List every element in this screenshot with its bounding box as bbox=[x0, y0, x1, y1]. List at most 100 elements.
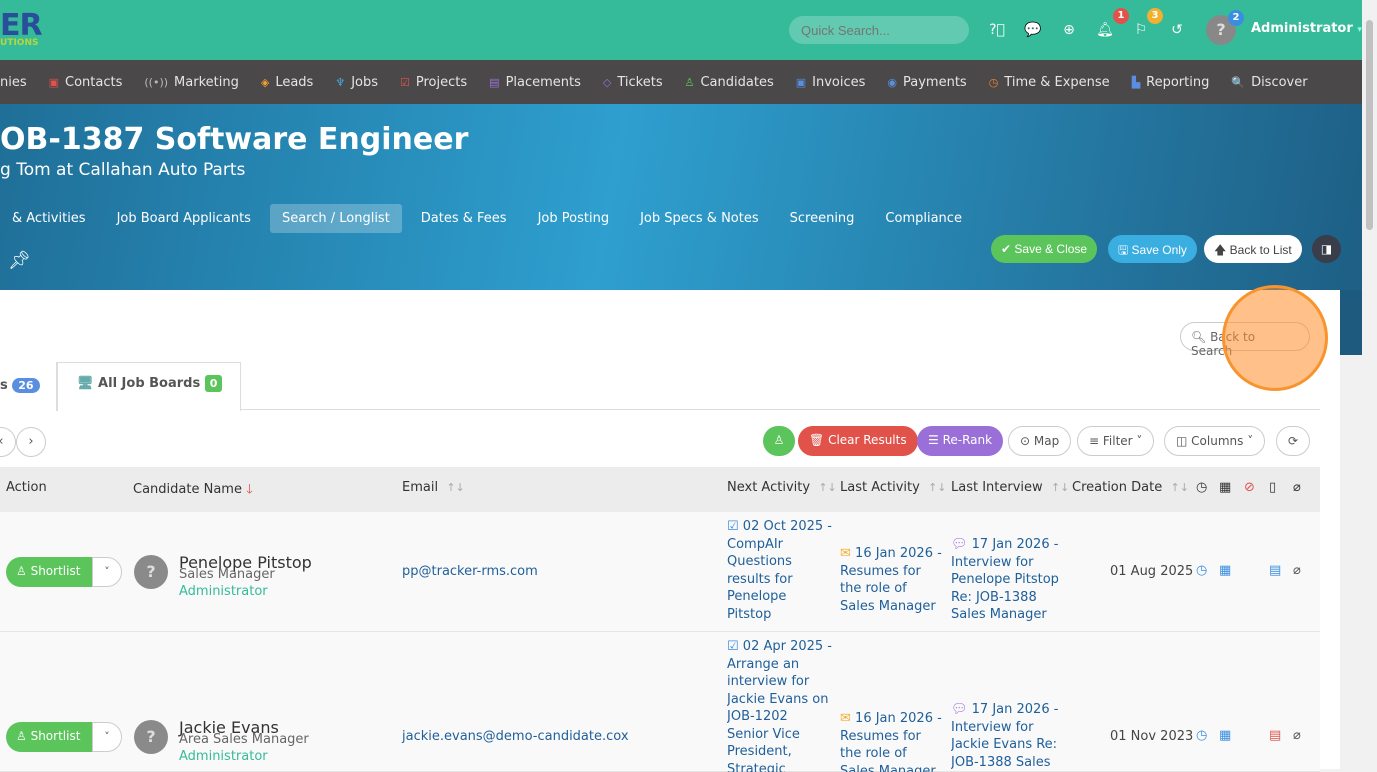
nav-item-leads[interactable]: ◈ Leads bbox=[261, 75, 313, 90]
tab-job-board-applicants[interactable]: Job Board Applicants bbox=[105, 204, 263, 233]
tab-search-longlist[interactable]: Search / Longlist bbox=[269, 204, 402, 233]
nav-item-contacts[interactable]: ▣ Contacts bbox=[49, 75, 123, 90]
help-icon[interactable]: ?⃝ bbox=[988, 22, 1006, 38]
attachment-icon[interactable]: ⌀ bbox=[1293, 563, 1301, 578]
history-icon[interactable]: ↺ bbox=[1168, 22, 1186, 38]
save-close-button[interactable]: ✔ Save & Close bbox=[991, 235, 1098, 263]
shortlist-dropdown[interactable]: ˅ bbox=[92, 557, 122, 587]
candidate-owner[interactable]: Administrator bbox=[179, 749, 268, 764]
nav-item-discover[interactable]: 🔍 Discover bbox=[1231, 75, 1307, 90]
tab-candidates-label[interactable]: s 26 bbox=[0, 378, 40, 393]
nav-item-placements[interactable]: ▤ Placements bbox=[489, 75, 581, 90]
next-activity-link[interactable]: ☑ 02 Apr 2025 - Arrange an interview for… bbox=[727, 638, 833, 772]
nav-label: Invoices bbox=[812, 74, 866, 90]
clock-icon[interactable]: ◷ bbox=[1196, 728, 1207, 743]
main-nav: nies ▣ Contacts ((•)) Marketing ◈ Leads ♆ Jobs ☑ P… bbox=[0, 60, 1362, 104]
candidate-avatar: ? bbox=[134, 720, 168, 754]
last-activity-text: 16 Jan 2026 - Resumes for the role of Sa… bbox=[840, 546, 942, 614]
col-email[interactable]: Email ↑↓ bbox=[402, 480, 465, 495]
map-button[interactable]: ⊙ Map bbox=[1008, 426, 1072, 456]
last-interview-link[interactable]: 💬︎ 17 Jan 2026 - Interview for Penelope … bbox=[951, 536, 1063, 632]
page-title: OB-1387 Software Engineer bbox=[0, 122, 469, 157]
next-activity-text: 02 Oct 2025 - CompAIr Questions results … bbox=[727, 519, 832, 622]
nav-label: Jobs bbox=[351, 74, 379, 90]
nav-item-invoices[interactable]: ▣ Invoices bbox=[796, 75, 866, 90]
chat-icon: 💬︎ bbox=[951, 537, 968, 552]
col-candidate-name[interactable]: Candidate Name 🡓 bbox=[133, 480, 253, 502]
shortlist-all-button[interactable]: ♙ bbox=[763, 426, 795, 456]
nav-icon: ▣ bbox=[795, 75, 807, 89]
document-icon[interactable]: ▤ bbox=[1269, 563, 1281, 578]
nav-item-payments[interactable]: ◉ Payments bbox=[887, 75, 966, 90]
map-label: Map bbox=[1033, 434, 1060, 448]
col-creation-date[interactable]: Creation Date ↑↓ bbox=[1072, 480, 1189, 495]
nav-icon: ▤ bbox=[489, 75, 500, 89]
nav-item-jobs[interactable]: ♆ Jobs bbox=[335, 75, 378, 90]
col-label: Candidate Name bbox=[133, 482, 242, 497]
shortlist-dropdown[interactable]: ˅ bbox=[92, 722, 122, 752]
calendar-icon[interactable]: ▦ bbox=[1219, 728, 1231, 743]
nav-item-projects[interactable]: ☑ Projects bbox=[400, 75, 467, 90]
last-interview-link[interactable]: 💬︎ 17 Jan 2026 - Interview for Jackie Ev… bbox=[951, 701, 1063, 772]
document-icon[interactable]: ▤ bbox=[1269, 728, 1281, 743]
attachment-icon[interactable]: ⌀ bbox=[1293, 728, 1301, 743]
hero-edge bbox=[1340, 290, 1362, 355]
pin-icon[interactable]: 📌︎ bbox=[8, 250, 31, 271]
next-page-button[interactable]: › bbox=[16, 427, 46, 457]
col-label: Last Activity bbox=[840, 480, 920, 495]
nav-item-time-expense[interactable]: ◷ Time & Expense bbox=[989, 75, 1110, 90]
bell-icon[interactable]: 🔔︎ bbox=[1096, 22, 1114, 38]
add-icon[interactable]: ⊕ bbox=[1060, 22, 1078, 38]
last-activity-link[interactable]: ✉ 16 Jan 2026 - Resumes for the role of … bbox=[840, 710, 942, 772]
quick-search-input[interactable] bbox=[789, 16, 969, 44]
clock-icon[interactable]: ◷ bbox=[1196, 563, 1207, 578]
candidate-email-link[interactable]: pp@tracker-rms.com bbox=[402, 564, 538, 579]
back-to-list-button[interactable]: 🡅 Back to List bbox=[1204, 235, 1302, 263]
save-only-button[interactable]: 🖫 Save Only bbox=[1108, 235, 1197, 263]
tab-job-specs-notes[interactable]: Job Specs & Notes bbox=[628, 204, 771, 233]
nav-label: Payments bbox=[903, 74, 967, 90]
nav-item-reporting[interactable]: ▙ Reporting bbox=[1132, 75, 1210, 90]
rerank-button[interactable]: ☰ Re-Rank bbox=[917, 426, 1004, 456]
refresh-button[interactable]: ⟳ bbox=[1276, 426, 1310, 456]
calendar-icon[interactable]: ▦ bbox=[1219, 563, 1231, 578]
clock-icon: ◷ bbox=[1196, 480, 1208, 495]
col-next-activity[interactable]: Next Activity ↑↓ bbox=[727, 480, 837, 495]
flag-icon[interactable]: ⚐ bbox=[1132, 22, 1150, 38]
tab-job-posting[interactable]: Job Posting bbox=[526, 204, 621, 233]
user-menu[interactable]: Administrator ▾ bbox=[1251, 21, 1362, 36]
nav-item-marketing[interactable]: ((•)) Marketing bbox=[144, 75, 238, 90]
tab-compliance[interactable]: Compliance bbox=[873, 204, 974, 233]
last-interview-text: 17 Jan 2026 - Interview for Penelope Pit… bbox=[951, 537, 1059, 622]
nav-item-tickets[interactable]: ◇ Tickets bbox=[603, 75, 663, 90]
candidate-email-link[interactable]: jackie.evans@demo-candidate.cox bbox=[402, 729, 629, 744]
chat-icon[interactable]: 💬 bbox=[1024, 22, 1042, 38]
shortlist-label: Shortlist bbox=[30, 564, 81, 578]
col-last-activity[interactable]: Last Activity ↑↓ bbox=[840, 480, 947, 495]
col-last-interview[interactable]: Last Interview ↑↓ bbox=[951, 480, 1069, 495]
tab-screening[interactable]: Screening bbox=[778, 204, 867, 233]
candidate-owner[interactable]: Administrator bbox=[179, 584, 268, 599]
nav-item-nies[interactable]: nies bbox=[0, 75, 27, 90]
scrollbar-thumb[interactable] bbox=[1366, 20, 1373, 230]
next-activity-link[interactable]: ☑ 02 Oct 2025 - CompAIr Questions result… bbox=[727, 518, 833, 632]
clear-results-button[interactable]: 🗑︎ Clear Results bbox=[798, 426, 918, 456]
tab-count: 26 bbox=[12, 378, 40, 393]
page-subtitle: g Tom at Callahan Auto Parts bbox=[0, 160, 246, 180]
shortlist-button[interactable]: ♙ Shortlist bbox=[6, 557, 94, 587]
sidebar-toggle-button[interactable]: ◨ bbox=[1312, 235, 1341, 263]
nav-item-candidates[interactable]: ♙ Candidates bbox=[685, 75, 774, 90]
clear-results-label: Clear Results bbox=[828, 433, 907, 447]
avatar-badge: 2 bbox=[1228, 10, 1244, 26]
filter-button[interactable]: ≡ Filter ˅ bbox=[1077, 426, 1155, 456]
next-activity-text: 02 Apr 2025 - Arrange an interview for J… bbox=[727, 639, 833, 772]
tab-all-job-boards-label[interactable]: 🖥︎ All Job Boards 0 bbox=[77, 375, 223, 392]
shortlist-button[interactable]: ♙ Shortlist bbox=[6, 722, 94, 752]
tab-dates-fees[interactable]: Dates & Fees bbox=[409, 204, 519, 233]
nav-icon: ◇ bbox=[602, 75, 612, 89]
tab--activities[interactable]: & Activities bbox=[0, 204, 98, 233]
columns-button[interactable]: ◫ Columns ˅ bbox=[1164, 426, 1266, 456]
last-activity-link[interactable]: ✉ 16 Jan 2026 - Resumes for the role of … bbox=[840, 545, 942, 632]
user-name: Administrator bbox=[1251, 21, 1353, 36]
flag-badge: 3 bbox=[1147, 8, 1163, 24]
